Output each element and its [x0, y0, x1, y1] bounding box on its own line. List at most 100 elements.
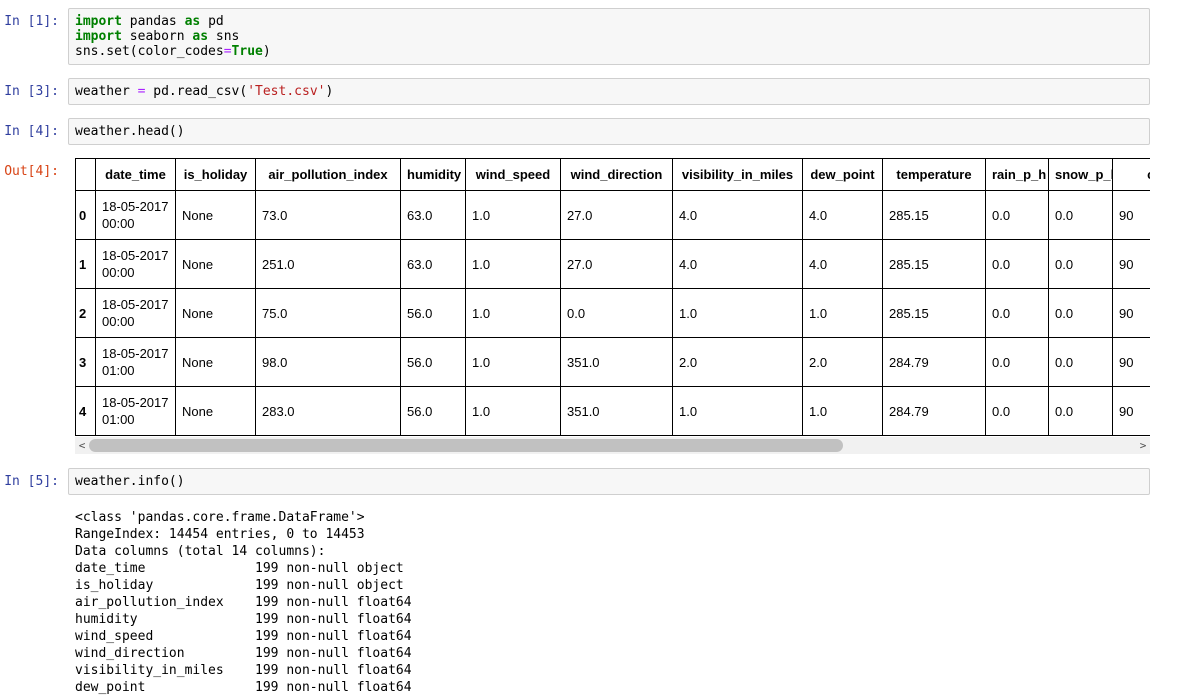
table-cell: 4.0 — [802, 190, 883, 240]
table-cell: 2.0 — [802, 337, 883, 387]
table-cell: 90 — [1112, 337, 1150, 387]
code-editor[interactable]: weather.info() — [75, 474, 1143, 489]
column-header: snow_p_h — [1048, 158, 1113, 191]
input-prompt: In [4]: — [4, 124, 59, 139]
code-input-area[interactable]: weather.head() — [68, 118, 1150, 145]
table-cell: 1.0 — [802, 288, 883, 338]
output-cell-out4: Out[4]: date_time is_holiday air_pollution… — [0, 158, 1150, 454]
code-editor[interactable]: weather.head() — [75, 124, 1143, 139]
code-cell-in1: In [1]: import pandas as pd import seabo… — [0, 8, 1150, 65]
table-cell: 18-05-2017 01:00 — [95, 386, 176, 436]
table-cell: 90 — [1112, 239, 1150, 289]
column-header: is_holiday — [175, 158, 256, 191]
column-header: wind_speed — [465, 158, 561, 191]
code-input-area[interactable]: weather = pd.read_csv('Test.csv') — [68, 78, 1150, 105]
row-index: 0 — [75, 190, 96, 240]
table-cell: 56.0 — [400, 386, 466, 436]
table-cell: 18-05-2017 00:00 — [95, 190, 176, 240]
code-cell-in4: In [4]: weather.head() — [0, 118, 1150, 145]
table-cell: 98.0 — [255, 337, 401, 387]
table-cell: 351.0 — [560, 337, 673, 387]
info-output-text: <class 'pandas.core.frame.DataFrame'> Ra… — [75, 510, 412, 695]
table-cell: 18-05-2017 00:00 — [95, 239, 176, 289]
table-cell: None — [175, 190, 256, 240]
table-cell: 18-05-2017 00:00 — [95, 288, 176, 338]
column-header: humidity — [400, 158, 466, 191]
output-area: <class 'pandas.core.frame.DataFrame'> Ra… — [68, 505, 1150, 696]
code-input-area[interactable]: import pandas as pd import seaborn as sn… — [68, 8, 1150, 65]
horizontal-scrollbar[interactable]: < > — [75, 437, 1150, 454]
row-index: 2 — [75, 288, 96, 338]
table-cell: 0.0 — [1048, 288, 1113, 338]
scroll-right-icon[interactable]: > — [1136, 437, 1150, 454]
table-cell: 56.0 — [400, 337, 466, 387]
table-cell: 27.0 — [560, 190, 673, 240]
scroll-left-icon[interactable]: < — [75, 437, 89, 454]
table-row: 3 18-05-2017 01:00 None 98.0 56.0 1.0 351.0 2.0… — [75, 337, 1150, 387]
output-prompt: Out[4]: — [4, 164, 59, 179]
code-cell-in5: In [5]: weather.info() — [0, 468, 1150, 495]
code-input-area[interactable]: weather.info() — [68, 468, 1150, 495]
table-cell: 283.0 — [255, 386, 401, 436]
column-header: visibility_in_miles — [672, 158, 803, 191]
table-cell: 90 — [1112, 288, 1150, 338]
table-cell: 1.0 — [465, 386, 561, 436]
table-cell: 4.0 — [672, 239, 803, 289]
table-cell: 73.0 — [255, 190, 401, 240]
column-header: cl — [1112, 158, 1150, 191]
table-row: 1 18-05-2017 00:00 None 251.0 63.0 1.0 27.0 4.0… — [75, 239, 1150, 289]
table-cell: 2.0 — [672, 337, 803, 387]
table-cell: None — [175, 239, 256, 289]
table-cell: 251.0 — [255, 239, 401, 289]
table-cell: 0.0 — [1048, 337, 1113, 387]
empty-prompt — [0, 505, 68, 696]
table-cell: 0.0 — [985, 337, 1049, 387]
code-editor[interactable]: weather = pd.read_csv('Test.csv') — [75, 84, 1143, 99]
table-row: 4 18-05-2017 01:00 None 283.0 56.0 1.0 351.0 1.… — [75, 386, 1150, 436]
table-cell: 90 — [1112, 190, 1150, 240]
dataframe-scroll-container: date_time is_holiday air_pollution_index hu… — [75, 158, 1150, 436]
table-cell: None — [175, 337, 256, 387]
table-cell: 0.0 — [985, 190, 1049, 240]
column-header: wind_direction — [560, 158, 673, 191]
output-area: date_time is_holiday air_pollution_index hu… — [68, 158, 1150, 454]
table-cell: 63.0 — [400, 190, 466, 240]
table-cell: 18-05-2017 01:00 — [95, 337, 176, 387]
table-cell: 1.0 — [465, 190, 561, 240]
scrollbar-thumb[interactable] — [89, 439, 843, 452]
column-header: date_time — [95, 158, 176, 191]
table-cell: 285.15 — [882, 190, 986, 240]
column-header: dew_point — [802, 158, 883, 191]
table-cell: 284.79 — [882, 386, 986, 436]
table-cell: 27.0 — [560, 239, 673, 289]
table-cell: 351.0 — [560, 386, 673, 436]
table-cell: 0.0 — [1048, 190, 1113, 240]
table-row: 2 18-05-2017 00:00 None 75.0 56.0 1.0 0.0 1.0 1.… — [75, 288, 1150, 338]
table-cell: 90 — [1112, 386, 1150, 436]
table-cell: 0.0 — [1048, 386, 1113, 436]
column-header: air_pollution_index — [255, 158, 401, 191]
table-cell: 0.0 — [1048, 239, 1113, 289]
input-prompt: In [1]: — [4, 14, 59, 29]
row-index: 1 — [75, 239, 96, 289]
table-cell: 1.0 — [802, 386, 883, 436]
row-index: 4 — [75, 386, 96, 436]
scrollbar-track[interactable] — [89, 437, 1136, 454]
table-cell: 1.0 — [672, 386, 803, 436]
table-cell: 1.0 — [672, 288, 803, 338]
code-editor[interactable]: import pandas as pd import seaborn as sn… — [75, 14, 1143, 59]
input-prompt: In [5]: — [4, 474, 59, 489]
table-row: 0 18-05-2017 00:00 None 73.0 63.0 1.0 27.0 4.0 4… — [75, 190, 1150, 240]
column-header: rain_p_h — [985, 158, 1049, 191]
table-cell: 0.0 — [560, 288, 673, 338]
column-header: temperature — [882, 158, 986, 191]
table-cell: 0.0 — [985, 239, 1049, 289]
table-cell: None — [175, 288, 256, 338]
row-index: 3 — [75, 337, 96, 387]
output-cell-info: <class 'pandas.core.frame.DataFrame'> Ra… — [0, 505, 1150, 696]
table-cell: 1.0 — [465, 337, 561, 387]
table-cell: 75.0 — [255, 288, 401, 338]
table-cell: 56.0 — [400, 288, 466, 338]
table-cell: 0.0 — [985, 386, 1049, 436]
table-cell: None — [175, 386, 256, 436]
